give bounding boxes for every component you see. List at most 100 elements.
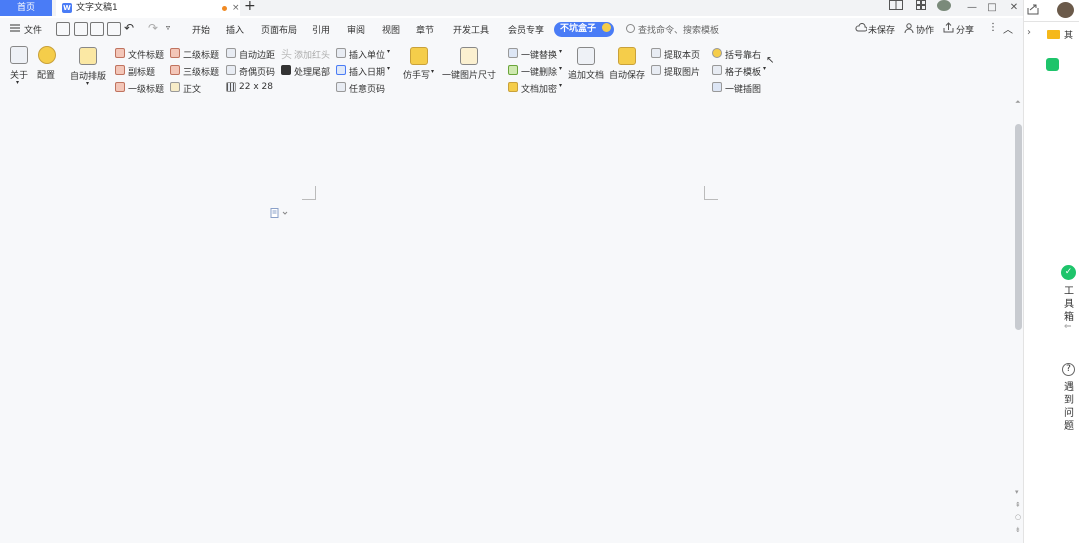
print-icon[interactable] (90, 22, 104, 36)
app-green-icon[interactable] (1046, 58, 1059, 71)
tab-developer[interactable]: 开发工具 (453, 23, 489, 36)
lock-icon (508, 82, 518, 92)
close-window-button[interactable]: ✕ (1006, 0, 1022, 16)
odd-even-page-button[interactable]: 奇偶页码 (239, 65, 275, 78)
prev-page-icon[interactable]: ⇞ (1015, 501, 1021, 509)
help-icon[interactable]: ? (1062, 363, 1075, 376)
user-avatar[interactable] (937, 0, 951, 11)
document-canvas[interactable] (0, 98, 1013, 543)
help-label[interactable]: 遇 到 问 题 (1063, 381, 1075, 433)
one-click-chart-button[interactable]: 一键插图 (725, 82, 761, 95)
handle-tail-button[interactable]: 处理尾部 (294, 65, 330, 78)
config-button[interactable]: 配置 (37, 68, 55, 81)
collapse-ribbon-icon[interactable]: ︿ (1003, 21, 1013, 36)
body-text-button[interactable]: 正文 (183, 82, 201, 95)
next-page-icon[interactable]: ⇟ (1015, 526, 1021, 534)
share-out-icon[interactable] (1027, 3, 1039, 18)
auto-save-icon[interactable] (618, 47, 636, 65)
add-header-button[interactable]: 添加红头 (294, 48, 330, 61)
tab-review[interactable]: 审阅 (347, 23, 365, 36)
tab-references[interactable]: 引用 (312, 23, 330, 36)
handwrite-icon[interactable] (410, 47, 428, 65)
hamburger-menu-icon[interactable] (10, 24, 20, 35)
maximize-button[interactable]: □ (984, 0, 1000, 16)
heading2-button[interactable]: 二级标题 (183, 48, 219, 61)
bracket-right-button[interactable]: 括号靠右 (725, 48, 761, 61)
new-tab-button[interactable]: + (244, 0, 256, 14)
insert-date-dropdown-icon[interactable]: ▾ (387, 65, 390, 72)
save-icon[interactable] (56, 22, 70, 36)
tab-member[interactable]: 会员专享 (508, 23, 544, 36)
replace-button[interactable]: 一键替换 (521, 48, 557, 61)
export-pdf-icon[interactable] (74, 22, 88, 36)
any-page-button[interactable]: 任意页码 (349, 82, 385, 95)
h-subtitle-icon (115, 65, 125, 75)
paragraph-options-icon[interactable] (270, 208, 290, 221)
auto-margin-button[interactable]: 自动边距 (239, 48, 275, 61)
tab-home[interactable]: 开始 (192, 23, 210, 36)
doc-title-button[interactable]: 文件标题 (128, 48, 164, 61)
profile-avatar[interactable] (1057, 2, 1074, 18)
collapse-arrow-icon[interactable]: ⇐ (1064, 322, 1072, 332)
toolbox-check-icon[interactable]: ✓ (1061, 265, 1076, 280)
redo-icon[interactable]: ↷ (148, 21, 158, 35)
sparkle-icon (602, 23, 612, 32)
handwrite-dropdown-icon[interactable]: ▾ (431, 68, 434, 75)
grid-template-dropdown-icon[interactable]: ▾ (763, 65, 766, 72)
undo-icon[interactable]: ↶ (124, 21, 134, 35)
grid-template-button[interactable]: 格子模板 (725, 65, 761, 78)
delete-button[interactable]: 一键删除 (521, 65, 557, 78)
command-search-input[interactable]: 查找命令、搜索模板 (638, 23, 719, 36)
insert-unit-dropdown-icon[interactable]: ▾ (387, 48, 390, 55)
image-size-icon[interactable] (460, 47, 478, 65)
toolbox-label[interactable]: 工 具 箱 (1063, 285, 1075, 324)
encrypt-button[interactable]: 文档加密 (521, 82, 557, 95)
heading1-button[interactable]: 一级标题 (128, 82, 164, 95)
tab-bukeng-box[interactable]: 不坑盒子 (554, 22, 614, 37)
replace-dropdown-icon[interactable]: ▾ (559, 48, 562, 55)
encrypt-dropdown-icon[interactable]: ▾ (559, 82, 562, 89)
scrollbar-thumb[interactable] (1015, 124, 1022, 330)
about-icon[interactable] (10, 46, 28, 64)
file-menu[interactable]: 文件 (24, 23, 42, 36)
insert-date-button[interactable]: 插入日期 (349, 65, 385, 78)
delete-dropdown-icon[interactable]: ▾ (559, 65, 562, 72)
scroll-up-icon[interactable]: ⏶ (1015, 98, 1021, 107)
tab-insert[interactable]: 插入 (226, 23, 244, 36)
about-dropdown-icon[interactable]: ▾ (16, 79, 19, 86)
tab-page-layout[interactable]: 页面布局 (261, 23, 297, 36)
grid-size-button[interactable]: 22 x 28 (239, 82, 273, 92)
minimize-button[interactable]: — (964, 0, 980, 16)
layout-icon[interactable] (888, 0, 904, 16)
select-browse-object-icon[interactable]: ○ (1015, 513, 1021, 521)
insert-unit-button[interactable]: 插入单位 (349, 48, 385, 61)
append-doc-button[interactable]: 追加文档 (568, 68, 604, 81)
extract-image-button[interactable]: 提取图片 (664, 65, 700, 78)
heading3-button[interactable]: 三级标题 (183, 65, 219, 78)
append-doc-icon[interactable] (577, 47, 595, 65)
document-tab[interactable]: W 文字文稿1 × (56, 0, 240, 16)
folder-label[interactable]: 其 (1064, 28, 1073, 41)
handwrite-button[interactable]: 仿手写 (403, 68, 430, 81)
home-tab[interactable]: 首页 (0, 0, 52, 16)
config-gear-icon[interactable] (38, 46, 56, 64)
image-size-button[interactable]: 一键图片尺寸 (442, 68, 496, 81)
expand-panel-icon[interactable]: › (1027, 27, 1031, 38)
subtitle-button[interactable]: 副标题 (128, 65, 155, 78)
more-icon[interactable]: ⋮ (988, 22, 998, 33)
lightbulb-icon[interactable] (79, 47, 97, 65)
tab-view[interactable]: 视图 (382, 23, 400, 36)
auto-save-button[interactable]: 自动保存 (609, 68, 645, 81)
grid-apps-icon[interactable] (913, 0, 929, 16)
vertical-scrollbar[interactable]: ⏶ ▾ ⇞ ○ ⇟ (1013, 98, 1023, 543)
scroll-down-icon[interactable]: ▾ (1015, 488, 1019, 496)
auto-layout-dropdown-icon[interactable]: ▾ (86, 80, 89, 87)
close-tab-button[interactable]: × (232, 0, 240, 16)
customize-toolbar-icon[interactable]: ▿ (166, 23, 170, 32)
tab-chapter[interactable]: 章节 (416, 23, 434, 36)
unsaved-status[interactable]: 未保存 (868, 23, 895, 36)
collaborate-button[interactable]: 协作 (916, 23, 934, 36)
print-preview-icon[interactable] (107, 22, 121, 36)
share-button[interactable]: 分享 (956, 23, 974, 36)
extract-page-button[interactable]: 提取本页 (664, 48, 700, 61)
